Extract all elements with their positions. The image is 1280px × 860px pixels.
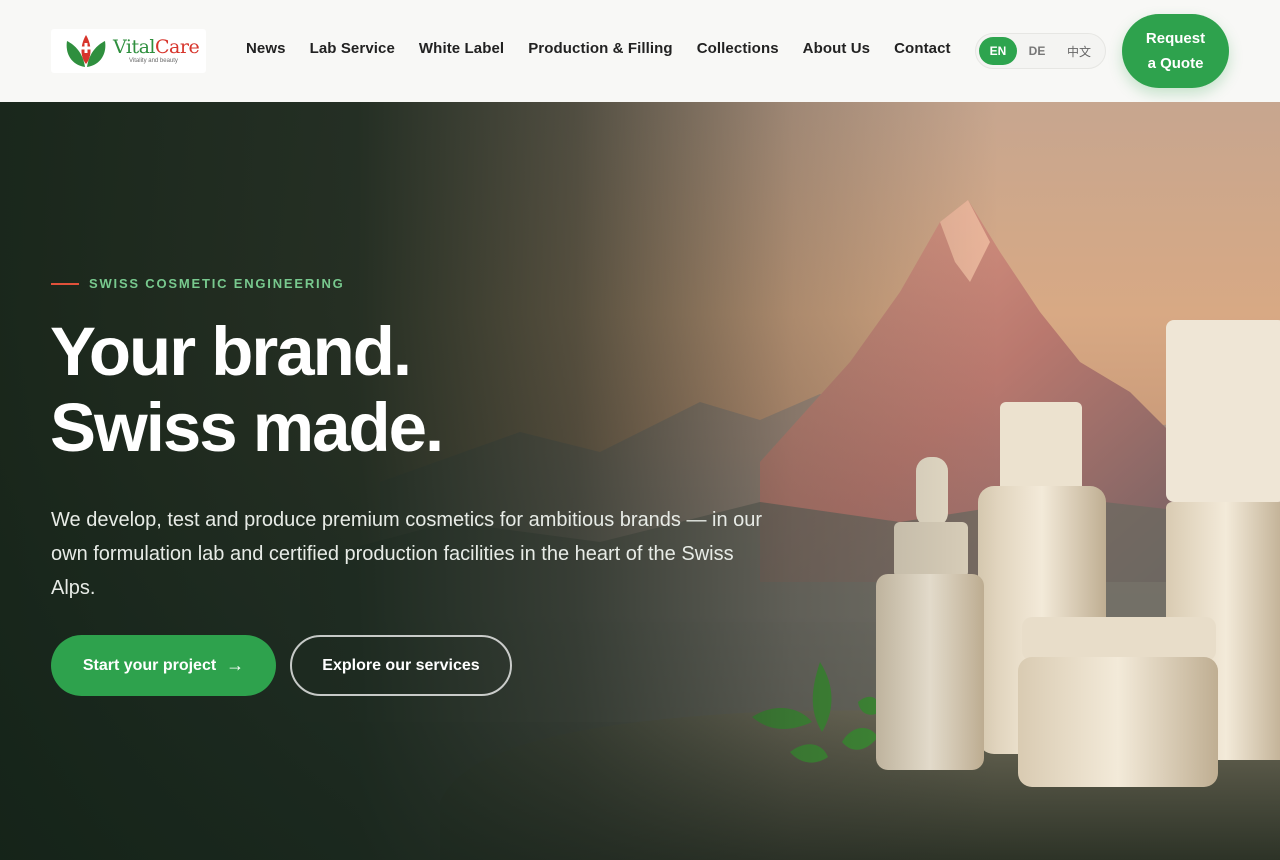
- hero-dark-overlay: [0, 102, 1280, 860]
- logo-word-care: Care: [155, 36, 200, 58]
- hero-eyebrow: SWISS COSMETIC ENGINEERING: [51, 276, 345, 291]
- logo-wordmark: VitalCare: [113, 36, 200, 58]
- nav-item-collections[interactable]: Collections: [697, 40, 779, 57]
- lang-option-en[interactable]: EN: [979, 37, 1017, 65]
- request-quote-line2: a Quote: [1147, 55, 1204, 72]
- arrow-right-icon: →: [226, 655, 245, 675]
- language-switcher: EN DE 中文: [975, 33, 1106, 69]
- hero-section: SWISS COSMETIC ENGINEERING Your brand. S…: [0, 102, 1280, 860]
- lang-option-zh[interactable]: 中文: [1057, 37, 1101, 65]
- explore-services-button[interactable]: Explore our services: [290, 635, 512, 696]
- eyebrow-text: SWISS COSMETIC ENGINEERING: [89, 276, 345, 291]
- hero-headline: Your brand. Swiss made.: [50, 313, 444, 466]
- nav-item-lab-service[interactable]: Lab Service: [310, 40, 395, 57]
- leaf-logo-icon: [66, 35, 106, 67]
- logo[interactable]: VitalCare Vitality and beauty: [51, 29, 206, 73]
- hero-lead-text: We develop, test and produce premium cos…: [51, 509, 763, 599]
- nav-item-contact[interactable]: Contact: [894, 40, 951, 57]
- headline-line2: Swiss made.: [50, 389, 444, 466]
- nav-item-about-us[interactable]: About Us: [803, 40, 870, 57]
- logo-word-vital: Vital: [113, 36, 156, 58]
- nav-item-news[interactable]: News: [246, 40, 286, 57]
- headline-line1: Your brand.: [50, 313, 412, 390]
- request-quote-button[interactable]: Request a Quote: [1122, 14, 1229, 88]
- nav-item-production-filling[interactable]: Production & Filling: [528, 40, 673, 57]
- start-project-button[interactable]: Start your project →: [51, 635, 276, 696]
- main-nav: News Lab Service White Label Production …: [246, 40, 975, 57]
- start-project-label: Start your project: [82, 656, 217, 674]
- eyebrow-accent-line: [51, 282, 79, 285]
- request-quote-line1: Request: [1145, 30, 1206, 47]
- lang-option-de[interactable]: DE: [1017, 37, 1057, 65]
- explore-services-label: Explore our services: [322, 656, 480, 674]
- nav-item-white-label[interactable]: White Label: [419, 40, 504, 57]
- site-header: VitalCare Vitality and beauty News Lab S…: [0, 0, 1280, 102]
- logo-tagline: Vitality and beauty: [129, 58, 178, 64]
